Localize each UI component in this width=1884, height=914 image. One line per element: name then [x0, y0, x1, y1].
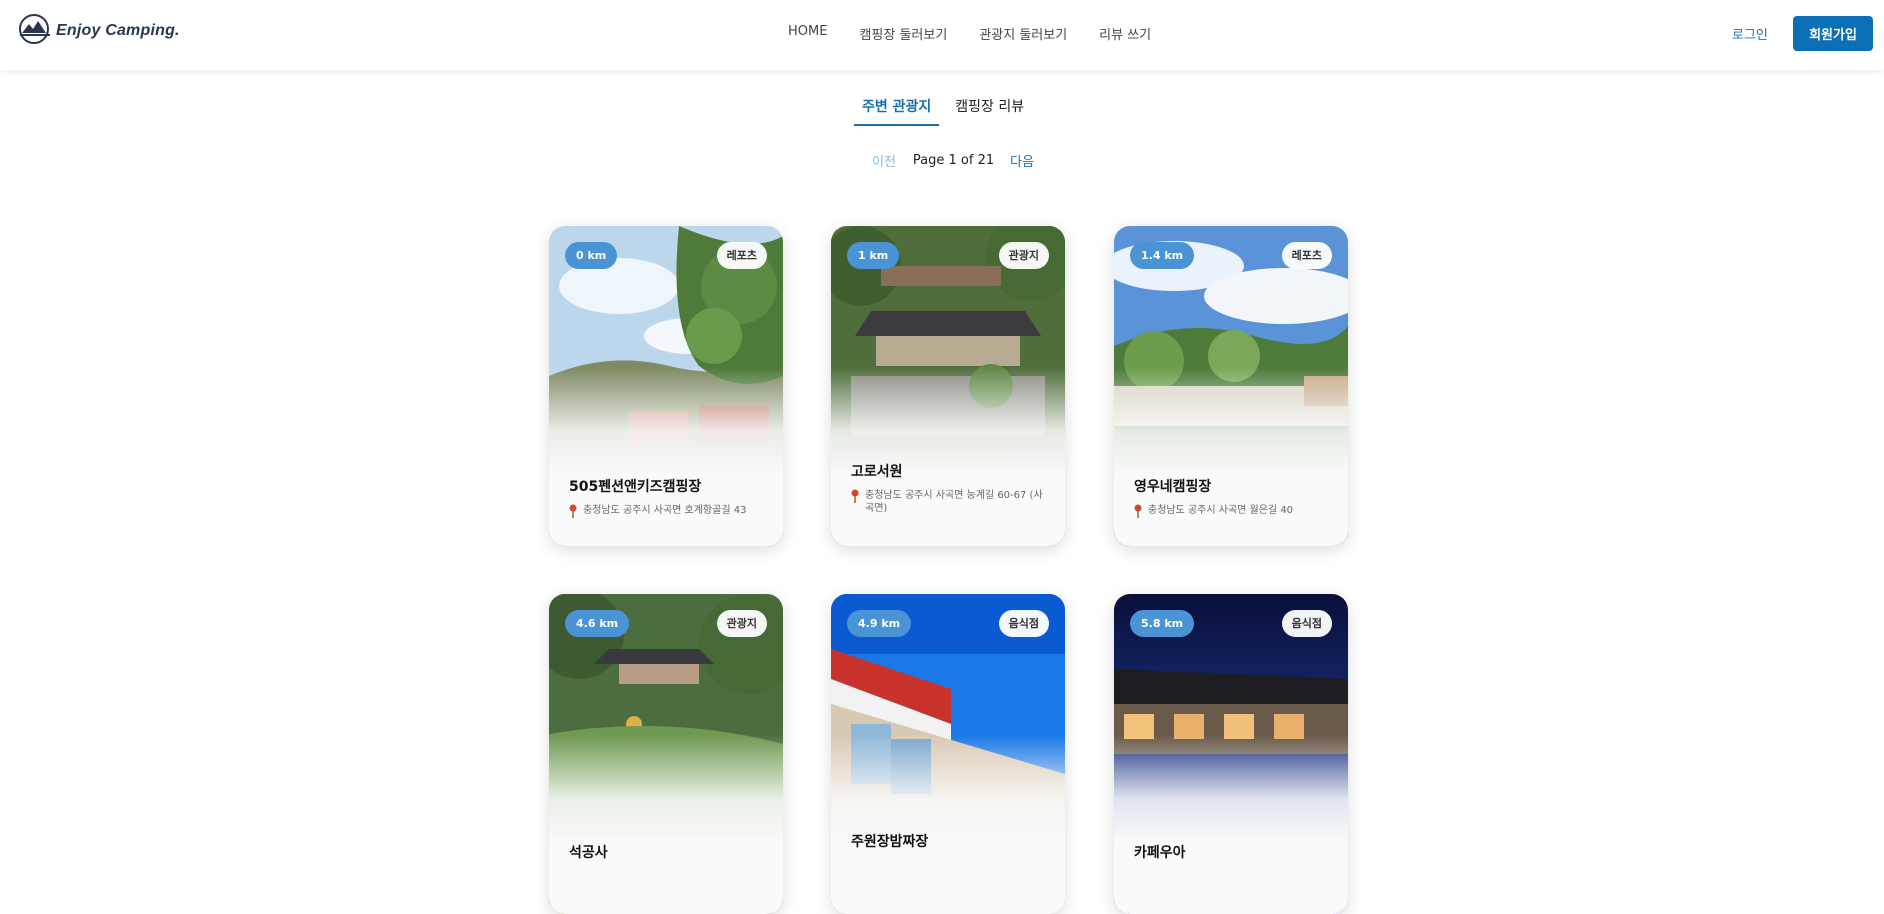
pagination: 이전 Page 1 of 21 다음 — [872, 151, 1034, 170]
card-body: 주원장밤짜장 — [851, 831, 1051, 859]
category-badge: 레포츠 — [716, 242, 767, 269]
card-title: 505펜션앤키즈캠핑장 — [569, 479, 702, 495]
place-card[interactable]: 1 km 관광지 고로서원 충청남도 공주시 사곡면 능계길 60-67 (사곡… — [831, 226, 1065, 546]
card-title: 영우네캠핑장 — [1134, 479, 1212, 495]
card-address-text: 충청남도 공주시 사곡면 호계항골길 43 — [583, 505, 747, 516]
next-page-button[interactable]: 다음 — [1010, 151, 1034, 170]
category-badge: 음식점 — [998, 610, 1049, 637]
map-pin-icon — [851, 489, 859, 503]
tab-camping-reviews[interactable]: 캠핑장 리뷰 — [947, 96, 1032, 126]
card-body: 카페우아 — [1134, 842, 1334, 870]
content-tabs: 주변 관광지 캠핑장 리뷰 — [854, 96, 1040, 126]
distance-badge: 4.6 km — [565, 610, 630, 637]
card-address: 충청남도 공주시 사곡면 월은길 40 — [1134, 504, 1334, 518]
map-pin-icon — [1134, 504, 1142, 518]
category-badge: 레포츠 — [1281, 242, 1332, 269]
card-address: 충청남도 공주시 사곡면 호계항골길 43 — [569, 504, 769, 518]
nav-write-review[interactable]: 리뷰 쓰기 — [1099, 24, 1151, 43]
page-info: Page 1 of 21 — [912, 153, 995, 168]
signup-button[interactable]: 회원가입 — [1793, 16, 1873, 51]
card-title: 주원장밤짜장 — [851, 834, 929, 850]
card-body: 고로서원 충청남도 공주시 사곡면 능계길 60-67 (사곡면) — [851, 461, 1051, 515]
prev-page-button[interactable]: 이전 — [872, 151, 896, 170]
category-badge: 관광지 — [716, 610, 767, 637]
place-card[interactable]: 4.6 km 관광지 석공사 — [549, 594, 783, 914]
login-link[interactable]: 로그인 — [1732, 24, 1768, 43]
nav-home[interactable]: HOME — [788, 24, 827, 43]
logo-text: Enjoy Camping. — [56, 22, 180, 39]
tab-nearby-attractions[interactable]: 주변 관광지 — [854, 96, 940, 126]
site-header: Enjoy Camping. HOME 캠핑장 둘러보기 관광지 둘러보기 리뷰… — [0, 0, 1884, 70]
category-badge: 음식점 — [1281, 610, 1332, 637]
card-address-text: 충청남도 공주시 사곡면 능계길 60-67 (사곡면) — [865, 490, 1043, 514]
card-title: 석공사 — [569, 845, 608, 861]
place-card[interactable]: 1.4 km 레포츠 영우네캠핑장 충청남도 공주시 사곡면 월은길 40 — [1114, 226, 1348, 546]
card-title: 카페우아 — [1134, 845, 1186, 861]
card-body: 석공사 — [569, 842, 769, 870]
nav-camping[interactable]: 캠핑장 둘러보기 — [859, 24, 947, 43]
distance-badge: 1.4 km — [1130, 242, 1195, 269]
card-title: 고로서원 — [851, 464, 903, 480]
site-logo[interactable]: Enjoy Camping. — [18, 13, 180, 49]
place-card[interactable]: 4.9 km 음식점 주원장밤짜장 — [831, 594, 1065, 914]
card-address-text: 충청남도 공주시 사곡면 월은길 40 — [1148, 505, 1294, 516]
map-pin-icon — [569, 504, 577, 518]
category-badge: 관광지 — [998, 242, 1049, 269]
place-card[interactable]: 5.8 km 음식점 카페우아 — [1114, 594, 1348, 914]
distance-badge: 1 km — [847, 242, 900, 269]
mountain-tent-logo-icon — [18, 13, 52, 49]
distance-badge: 4.9 km — [847, 610, 912, 637]
distance-badge: 5.8 km — [1130, 610, 1195, 637]
main-nav: HOME 캠핑장 둘러보기 관광지 둘러보기 리뷰 쓰기 — [788, 24, 1183, 43]
card-body: 영우네캠핑장 충청남도 공주시 사곡면 월은길 40 — [1134, 476, 1334, 518]
nav-tourist[interactable]: 관광지 둘러보기 — [979, 24, 1067, 43]
card-body: 505펜션앤키즈캠핑장 충청남도 공주시 사곡면 호계항골길 43 — [569, 476, 769, 518]
card-address: 충청남도 공주시 사곡면 능계길 60-67 (사곡면) — [851, 489, 1051, 515]
card-fade — [831, 594, 1065, 914]
distance-badge: 0 km — [565, 242, 618, 269]
place-card[interactable]: 0 km 레포츠 505펜션앤키즈캠핑장 충청남도 공주시 사곡면 호계항골길 … — [549, 226, 783, 546]
